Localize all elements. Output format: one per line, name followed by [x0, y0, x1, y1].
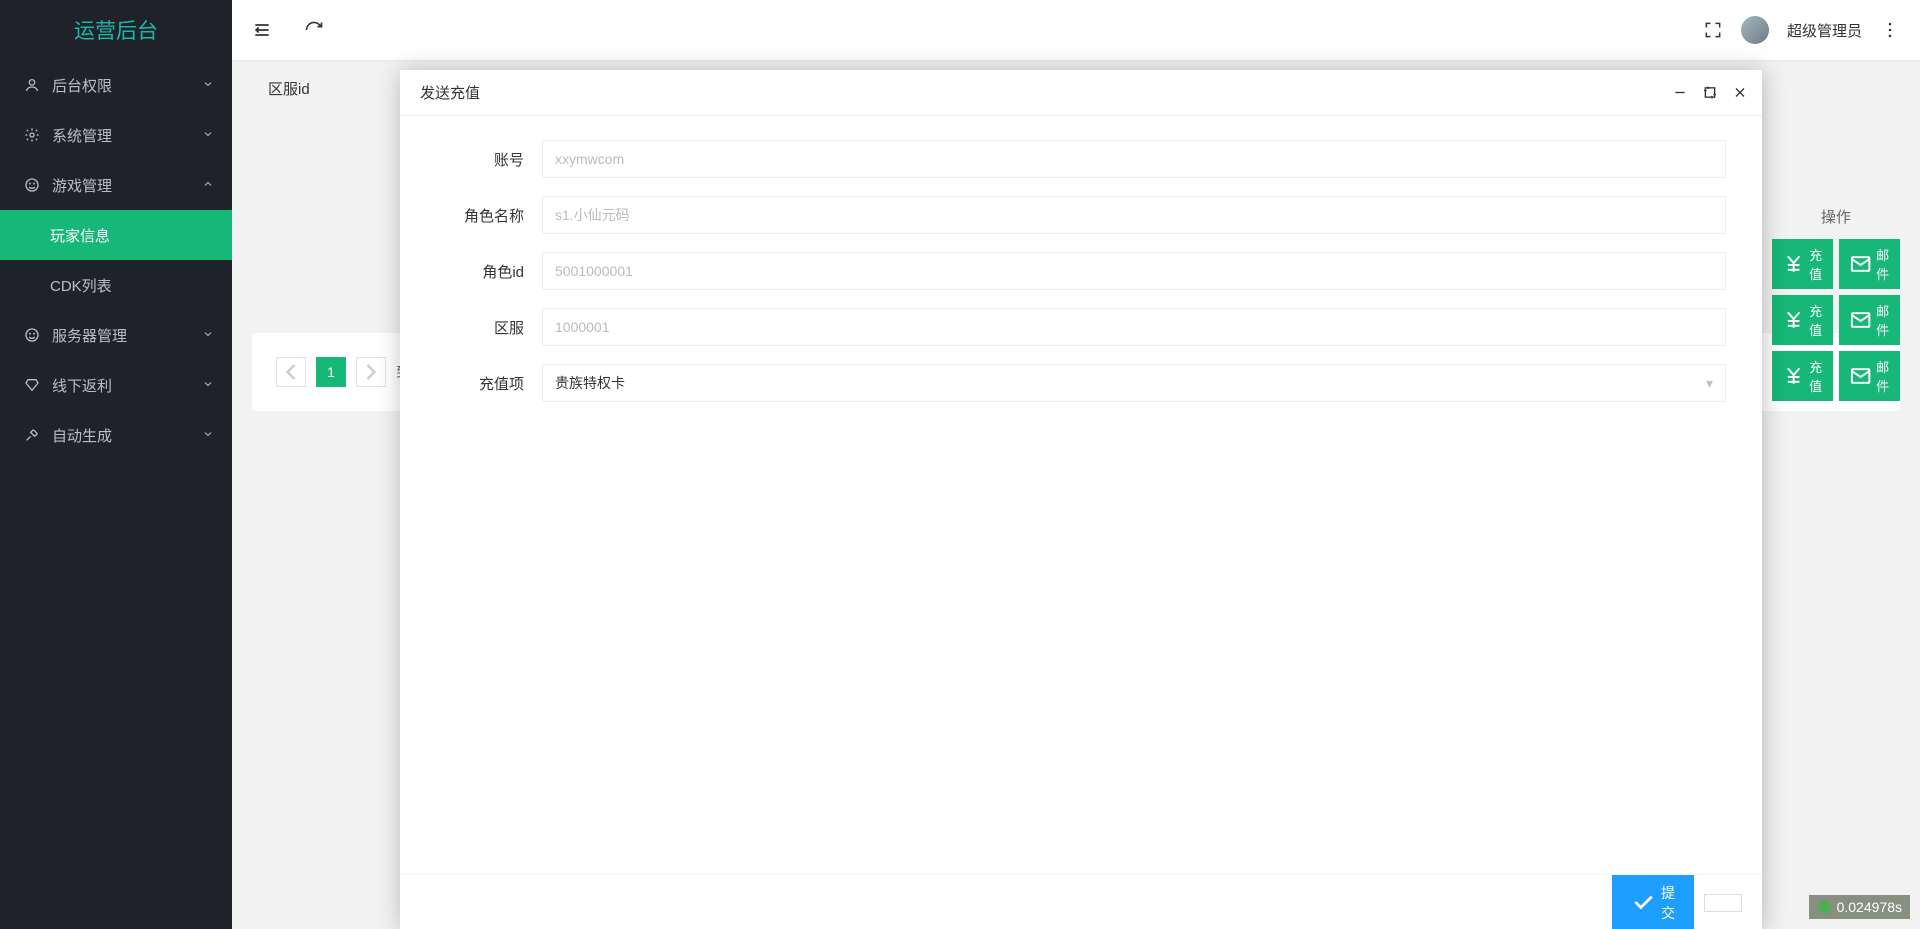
- page-prev-button[interactable]: [276, 357, 306, 387]
- sidebar-item-label: 后台权限: [52, 75, 112, 96]
- menu-collapse-icon[interactable]: [252, 20, 272, 40]
- sidebar-item-label: CDK列表: [50, 275, 112, 296]
- roleid-input[interactable]: [542, 252, 1726, 290]
- modal-title-text: 发送充值: [420, 82, 480, 103]
- diamond-icon: [24, 377, 40, 393]
- sidebar-item-game[interactable]: 游戏管理: [0, 160, 232, 210]
- cancel-button[interactable]: [1704, 894, 1742, 912]
- form-row-zone: 区服: [436, 308, 1726, 346]
- zone-id-label: 区服id: [268, 78, 310, 99]
- item-select[interactable]: 贵族特权卡 ▾: [542, 364, 1726, 402]
- sidebar: 运营后台 后台权限 系统管理 游戏管理 玩家信息 CDK列表 服务器管理: [0, 0, 232, 929]
- sidebar-item-cdk[interactable]: CDK列表: [0, 260, 232, 310]
- mail-button[interactable]: 邮件: [1839, 295, 1900, 345]
- form-row-roleid: 角色id: [436, 252, 1726, 290]
- ops-header: 操作: [1772, 200, 1900, 233]
- recharge-button[interactable]: 充值: [1772, 239, 1833, 289]
- minimize-icon[interactable]: [1672, 82, 1688, 103]
- form-row-account: 账号: [436, 140, 1726, 178]
- form-row-rolename: 角色名称: [436, 196, 1726, 234]
- modal-footer: 提交: [400, 874, 1762, 929]
- header-left-tools: [252, 20, 324, 40]
- chevron-down-icon: [202, 427, 214, 444]
- recharge-button[interactable]: 充值: [1772, 351, 1833, 401]
- fullscreen-icon[interactable]: [1703, 20, 1723, 40]
- page-next-button[interactable]: [356, 357, 386, 387]
- sidebar-item-label: 系统管理: [52, 125, 112, 146]
- zone-input[interactable]: [542, 308, 1726, 346]
- sidebar-item-server[interactable]: 服务器管理: [0, 310, 232, 360]
- table-row: 充值 邮件: [1772, 295, 1900, 345]
- sidebar-item-label: 玩家信息: [50, 225, 110, 246]
- close-icon[interactable]: [1732, 82, 1748, 103]
- rolename-input[interactable]: [542, 196, 1726, 234]
- gear-icon: [24, 127, 40, 143]
- account-input[interactable]: [542, 140, 1726, 178]
- more-icon[interactable]: [1880, 20, 1900, 40]
- refresh-icon[interactable]: [304, 20, 324, 40]
- dropdown-arrow-icon: ▾: [1706, 375, 1713, 392]
- sidebar-item-rebate[interactable]: 线下返利: [0, 360, 232, 410]
- item-label: 充值项: [436, 373, 542, 394]
- submit-button[interactable]: 提交: [1612, 875, 1694, 929]
- nav-menu: 后台权限 系统管理 游戏管理 玩家信息 CDK列表 服务器管理 线下返利: [0, 60, 232, 460]
- item-select-value: 贵族特权卡: [555, 373, 625, 393]
- sidebar-item-label: 线下返利: [52, 375, 112, 396]
- chevron-down-icon: [202, 327, 214, 344]
- avatar[interactable]: [1741, 16, 1769, 44]
- chevron-down-icon: [202, 127, 214, 144]
- leaf-icon: [1817, 899, 1833, 915]
- mail-button[interactable]: 邮件: [1839, 239, 1900, 289]
- perf-badge-2: 0.024978s: [1809, 895, 1910, 919]
- chevron-down-icon: [202, 377, 214, 394]
- tool-icon: [24, 427, 40, 443]
- chevron-down-icon: [202, 77, 214, 94]
- header: 超级管理员: [232, 0, 1920, 60]
- sidebar-item-label: 游戏管理: [52, 175, 112, 196]
- mail-button[interactable]: 邮件: [1839, 351, 1900, 401]
- face-icon: [24, 327, 40, 343]
- rolename-label: 角色名称: [436, 205, 542, 226]
- face-icon: [24, 177, 40, 193]
- perf-time-2: 0.024978s: [1837, 899, 1902, 915]
- sidebar-item-admin[interactable]: 后台权限: [0, 60, 232, 110]
- zone-label: 区服: [436, 317, 542, 338]
- account-label: 账号: [436, 149, 542, 170]
- recharge-modal: 发送充值 账号 角色名称 角色id 区服 充值项 贵族特权卡 ▾: [400, 70, 1762, 929]
- header-right-tools: 超级管理员: [1703, 16, 1900, 44]
- sidebar-item-players[interactable]: 玩家信息: [0, 210, 232, 260]
- sidebar-item-autogen[interactable]: 自动生成: [0, 410, 232, 460]
- form-row-item: 充值项 贵族特权卡 ▾: [436, 364, 1726, 402]
- modal-titlebar: 发送充值: [400, 70, 1762, 116]
- recharge-button[interactable]: 充值: [1772, 295, 1833, 345]
- username[interactable]: 超级管理员: [1787, 20, 1862, 41]
- roleid-label: 角色id: [436, 261, 542, 282]
- maximize-icon[interactable]: [1702, 82, 1718, 103]
- table-row: 充值 邮件: [1772, 351, 1900, 401]
- table-row: 充值 邮件: [1772, 239, 1900, 289]
- sidebar-item-label: 服务器管理: [52, 325, 127, 346]
- sidebar-item-label: 自动生成: [52, 425, 112, 446]
- sidebar-item-system[interactable]: 系统管理: [0, 110, 232, 160]
- window-controls: [1672, 82, 1748, 103]
- modal-body: 账号 角色名称 角色id 区服 充值项 贵族特权卡 ▾: [400, 116, 1762, 874]
- logo: 运营后台: [0, 0, 232, 60]
- user-icon: [24, 77, 40, 93]
- chevron-up-icon: [202, 177, 214, 194]
- ops-column: 操作 充值 邮件 充值 邮件 充值 邮件: [1772, 200, 1900, 401]
- page-number-button[interactable]: 1: [316, 357, 346, 387]
